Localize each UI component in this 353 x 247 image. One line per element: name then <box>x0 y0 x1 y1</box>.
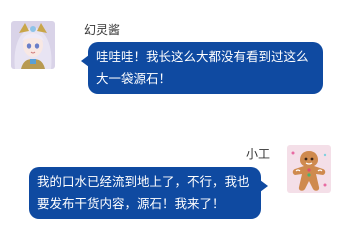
message-bubble[interactable]: 哇哇哇！我长这么大都没有看到过这么大一袋源石！ <box>81 42 323 94</box>
sender-name: 小工 <box>246 147 271 161</box>
message-text: 哇哇哇！我长这么大都没有看到过这么大一袋源石！ <box>96 49 309 86</box>
bubble-tail <box>260 180 268 192</box>
sender-name: 幻灵酱 <box>84 23 121 37</box>
message-bubble[interactable]: 我的口水已经流到地上了，不行，我也要发布干货内容，源石！我来了！ <box>29 167 268 219</box>
gingerbread-man-avatar-icon[interactable] <box>287 145 331 193</box>
chat-window: 幻灵酱 哇哇哇！我长这么大都没有看到过这么大一袋源石！ 小工 我的口水已经流到地… <box>0 0 353 247</box>
bubble-tail <box>81 55 89 67</box>
message-text: 我的口水已经流到地上了，不行，我也要发布干货内容，源石！我来了！ <box>37 174 250 211</box>
anime-girl-avatar-icon[interactable] <box>11 21 55 69</box>
